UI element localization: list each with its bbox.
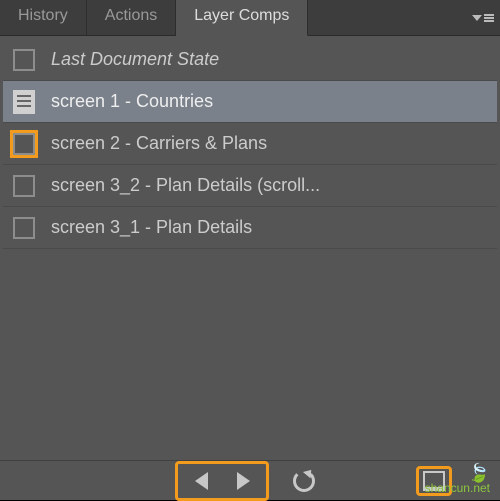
triangle-left-icon xyxy=(195,472,208,490)
new-comp-button[interactable] xyxy=(423,471,445,491)
apply-comp-checkbox[interactable] xyxy=(13,133,35,155)
update-comp-button[interactable] xyxy=(283,464,325,498)
chevron-down-icon xyxy=(472,15,482,21)
applied-comp-icon[interactable] xyxy=(13,90,35,114)
list-item-screen-3-2[interactable]: screen 3_2 - Plan Details (scroll... xyxy=(3,165,497,207)
list-item-screen-1[interactable]: screen 1 - Countries xyxy=(3,81,497,123)
list-item-label: screen 1 - Countries xyxy=(51,91,213,112)
panel-tab-bar: History Actions Layer Comps xyxy=(0,0,500,36)
triangle-right-icon xyxy=(237,472,250,490)
menu-lines-icon xyxy=(484,14,494,16)
panel-bottom-toolbar: 🍃 shancun.net xyxy=(0,460,500,500)
next-comp-button[interactable] xyxy=(222,464,264,498)
list-item-screen-2[interactable]: screen 2 - Carriers & Plans xyxy=(3,123,497,165)
list-item-last-document-state[interactable]: Last Document State xyxy=(3,39,497,81)
apply-comp-checkbox[interactable] xyxy=(13,49,35,71)
list-item-screen-3-1[interactable]: screen 3_1 - Plan Details xyxy=(3,207,497,249)
tab-actions[interactable]: Actions xyxy=(87,0,176,35)
tab-layer-comps[interactable]: Layer Comps xyxy=(176,0,308,36)
list-item-label: screen 2 - Carriers & Plans xyxy=(51,133,267,154)
list-item-label: screen 3_1 - Plan Details xyxy=(51,217,252,238)
watermark-domain: .net xyxy=(470,481,490,495)
new-comp-highlight xyxy=(416,466,452,496)
previous-comp-button[interactable] xyxy=(180,464,222,498)
list-item-label: Last Document State xyxy=(51,49,219,70)
layer-comps-panel: History Actions Layer Comps Last Documen… xyxy=(0,0,500,500)
panel-flyout-menu-button[interactable] xyxy=(464,0,500,35)
refresh-icon xyxy=(293,470,315,492)
apply-comp-checkbox[interactable] xyxy=(13,175,35,197)
cycle-comps-highlight xyxy=(175,461,269,501)
tab-history[interactable]: History xyxy=(0,0,87,35)
apply-comp-checkbox[interactable] xyxy=(13,217,35,239)
list-item-label: screen 3_2 - Plan Details (scroll... xyxy=(51,175,320,196)
layer-comps-list: Last Document State screen 1 - Countries… xyxy=(0,36,500,460)
